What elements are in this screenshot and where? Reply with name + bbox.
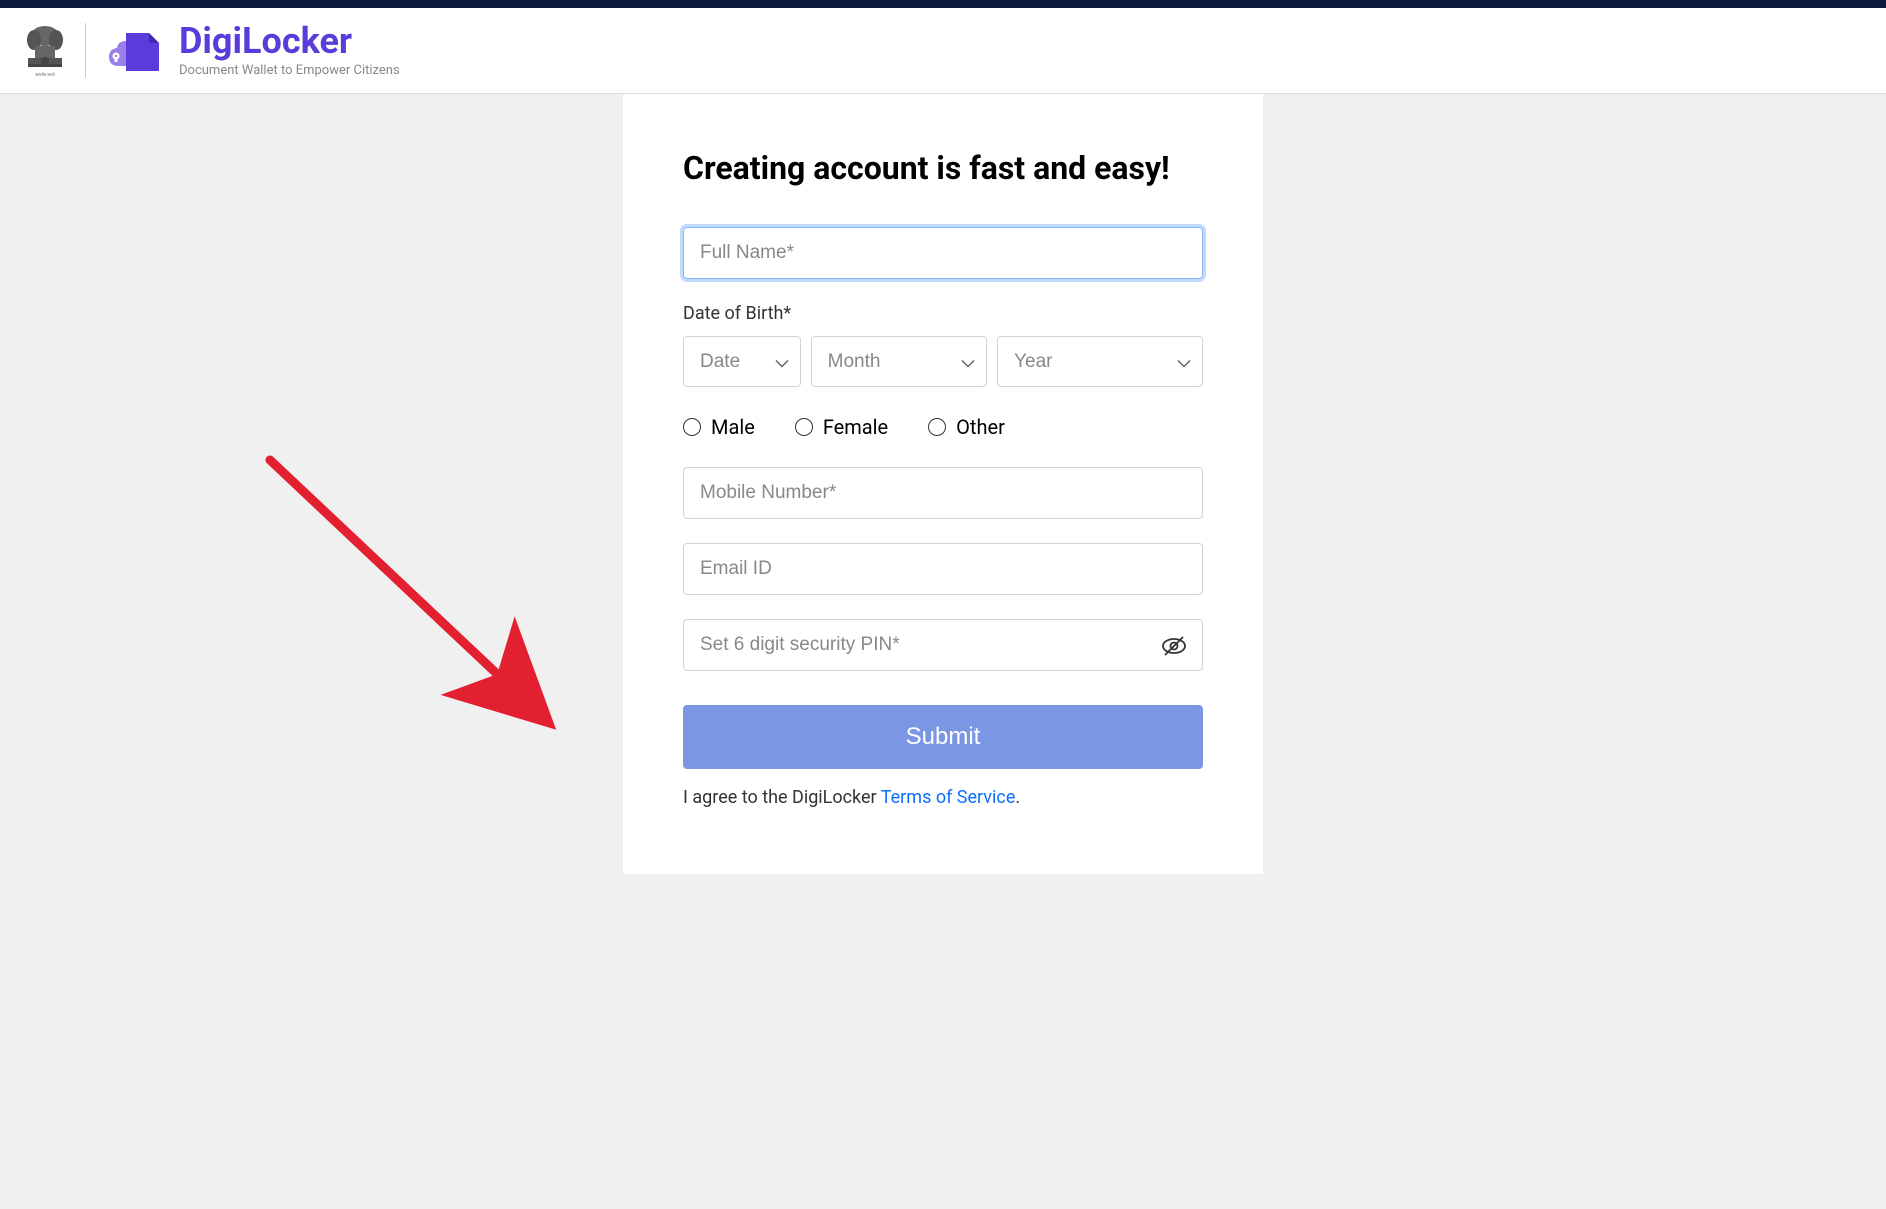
gender-male-radio[interactable]: Male: [683, 415, 755, 439]
radio-icon: [795, 418, 813, 436]
eye-off-icon[interactable]: [1161, 635, 1187, 661]
radio-icon: [928, 418, 946, 436]
agree-prefix: I agree to the DigiLocker: [683, 787, 881, 808]
pin-input[interactable]: [683, 619, 1203, 671]
form-title: Creating account is fast and easy!: [683, 149, 1203, 187]
gender-other-radio[interactable]: Other: [928, 415, 1005, 439]
gender-female-label: Female: [823, 415, 888, 439]
india-emblem-icon: सत्यमेव जयते: [20, 18, 70, 83]
dob-year-select[interactable]: Year: [997, 336, 1203, 387]
terms-link[interactable]: Terms of Service: [881, 787, 1016, 808]
agree-suffix: .: [1015, 787, 1020, 808]
svg-text:सत्यमेव जयते: सत्यमेव जयते: [35, 72, 55, 77]
mobile-input[interactable]: [683, 467, 1203, 519]
dob-row: Date Month Year: [683, 336, 1203, 387]
cloud-document-icon: [101, 21, 171, 81]
brand-text: DigiLocker Document Wallet to Empower Ci…: [179, 23, 400, 78]
fullname-input[interactable]: [683, 227, 1203, 279]
signup-form: Creating account is fast and easy! Date …: [623, 94, 1263, 874]
brand-name: DigiLocker: [179, 23, 400, 59]
agree-text: I agree to the DigiLocker Terms of Servi…: [683, 787, 1203, 808]
header: सत्यमेव जयते DigiLocker Document Wallet …: [0, 8, 1886, 94]
email-input[interactable]: [683, 543, 1203, 595]
submit-button[interactable]: Submit: [683, 705, 1203, 769]
gender-male-label: Male: [711, 415, 755, 439]
dob-date-select[interactable]: Date: [683, 336, 801, 387]
gender-other-label: Other: [956, 415, 1005, 439]
top-accent-bar: [0, 0, 1886, 8]
radio-icon: [683, 418, 701, 436]
gender-female-radio[interactable]: Female: [795, 415, 888, 439]
gender-row: Male Female Other: [683, 415, 1203, 439]
header-divider: [85, 23, 86, 78]
brand-tagline: Document Wallet to Empower Citizens: [179, 63, 400, 78]
main-content: Creating account is fast and easy! Date …: [0, 94, 1886, 874]
dob-month-select[interactable]: Month: [811, 336, 987, 387]
dob-label: Date of Birth*: [683, 303, 1203, 324]
logo[interactable]: DigiLocker Document Wallet to Empower Ci…: [101, 21, 400, 81]
